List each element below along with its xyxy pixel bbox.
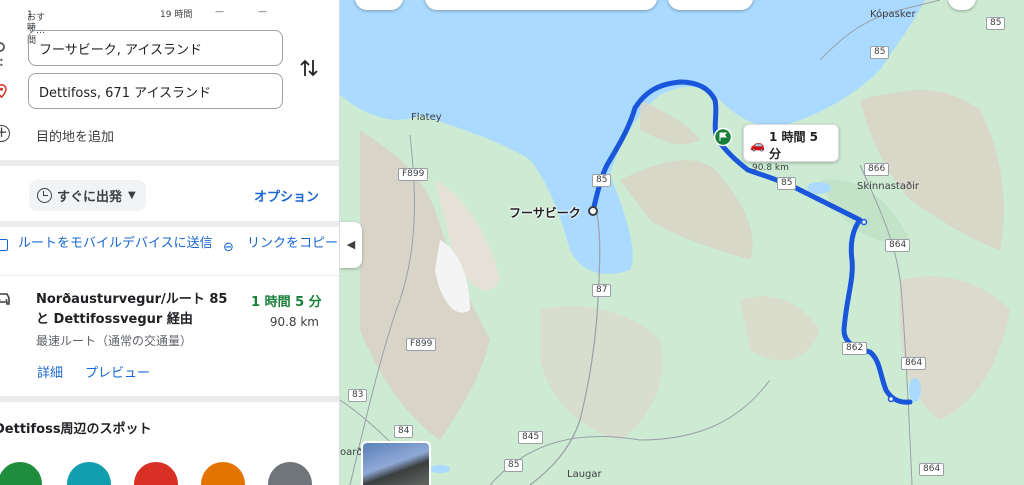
- gas-station-category-button[interactable]: [134, 462, 178, 485]
- place-husavik[interactable]: フーサビーク: [509, 204, 581, 221]
- road-shield: 864: [919, 463, 945, 476]
- junction-point: [860, 218, 868, 226]
- map-chip-search[interactable]: [425, 0, 657, 10]
- road-shield: F899: [398, 168, 429, 181]
- parking-category-button[interactable]: [201, 462, 245, 485]
- route-duration: 1 時間 5 分: [251, 295, 322, 310]
- lake: [807, 182, 831, 194]
- road-shield: 85: [777, 177, 797, 190]
- route-distance: 90.8 km: [269, 315, 319, 329]
- route-title: Norðausturvegur/ルート 85 と Dettifossvegur …: [36, 292, 228, 327]
- clock-icon: [37, 188, 52, 203]
- travel-mode-bar: おすす… 1 時間 19 時間 — —: [0, 4, 339, 46]
- road-shield: 87: [592, 284, 612, 297]
- preview-link[interactable]: プレビュー: [85, 362, 150, 381]
- link-icon: ⊖: [223, 240, 234, 255]
- road-shield: F899: [406, 338, 437, 351]
- road-shield: 866: [864, 163, 890, 176]
- travel-mode-walk[interactable]: —: [215, 7, 224, 17]
- road-shield: 862: [842, 342, 868, 355]
- origin-marker[interactable]: [588, 206, 598, 216]
- place-flatey[interactable]: Flatey: [411, 112, 442, 123]
- bubble-distance: 90.8 km: [752, 163, 789, 173]
- car-icon: [0, 293, 10, 305]
- place-laugar[interactable]: Laugar: [567, 469, 602, 480]
- route-dots-icon: ••: [0, 57, 4, 70]
- car-icon: 🚗: [750, 138, 765, 152]
- route-option-card[interactable]: Norðausturvegur/ルート 85 と Dettifossvegur …: [0, 284, 339, 384]
- place-partial-left[interactable]: oarð: [340, 447, 362, 458]
- more-category-button[interactable]: [268, 462, 312, 485]
- nearby-spots-title: Dettifoss周辺のスポット: [0, 422, 152, 437]
- divider: [0, 396, 339, 402]
- divider: [0, 275, 339, 276]
- road-shield: 83: [348, 389, 368, 402]
- map-base: [340, 0, 1024, 485]
- photo-thumbnail[interactable]: [361, 441, 431, 485]
- send-to-device-icon: [0, 239, 8, 251]
- map-chip-left[interactable]: [355, 0, 403, 10]
- road-shield: 85: [592, 174, 612, 187]
- travel-mode-transit[interactable]: 19 時間: [160, 7, 192, 20]
- destination-pin-icon: [0, 84, 7, 98]
- depart-label: すぐに出発: [57, 190, 123, 205]
- directions-panel: おすす… 1 時間 19 時間 — — •• フーサビーク, アイスランド De…: [0, 0, 340, 485]
- collapse-panel-button[interactable]: ◀: [340, 222, 362, 268]
- destination-input[interactable]: Dettifoss, 671 アイスランド: [28, 73, 283, 109]
- plus-icon: +: [0, 125, 10, 142]
- origin-input[interactable]: フーサビーク, アイスランド: [28, 30, 283, 66]
- divider: [0, 221, 339, 227]
- restaurant-category-button[interactable]: [0, 462, 42, 485]
- road-shield: 864: [901, 357, 927, 370]
- map-canvas[interactable]: ◀ フーサビーク Flatey Kópasker Skinnastaðir La…: [340, 0, 1024, 485]
- travel-mode-bike[interactable]: —: [258, 7, 267, 17]
- divider: [0, 160, 339, 166]
- origin-circle-icon: [0, 42, 5, 52]
- add-destination-label: 目的地を追加: [36, 130, 115, 145]
- destination-point: [887, 395, 895, 403]
- hotel-category-button[interactable]: [67, 462, 111, 485]
- options-button[interactable]: オプション: [254, 186, 319, 205]
- send-to-mobile-label: ルートをモバイルデバイスに送信: [18, 236, 213, 251]
- road-shield: 85: [504, 459, 524, 472]
- road-shield: 84: [394, 425, 414, 438]
- road-shield: 85: [870, 46, 890, 59]
- lake: [430, 465, 450, 473]
- road-shield: 845: [518, 431, 544, 444]
- place-skinnastadir[interactable]: Skinnastaðir: [857, 181, 919, 192]
- route-info-bubble[interactable]: 🚗 1 時間 5 分 90.8 km: [743, 124, 839, 173]
- road-shield: 85: [986, 17, 1006, 30]
- route-subtitle: 最速ルート（通常の交通量）: [36, 334, 193, 348]
- bubble-time: 1 時間 5 分: [768, 130, 819, 161]
- copy-link-label: リンクをコピー: [247, 236, 339, 251]
- swap-icon[interactable]: [299, 56, 319, 80]
- road-shield: 864: [885, 239, 911, 252]
- lake: [909, 378, 921, 402]
- place-kopasker[interactable]: Kópasker: [870, 9, 916, 20]
- caret-down-icon: ▼: [128, 190, 136, 201]
- chevron-left-icon: ◀: [346, 238, 356, 251]
- details-link[interactable]: 詳細: [37, 362, 63, 381]
- depart-time-button[interactable]: すぐに出発 ▼: [29, 180, 146, 211]
- map-chip-filter[interactable]: [668, 0, 753, 10]
